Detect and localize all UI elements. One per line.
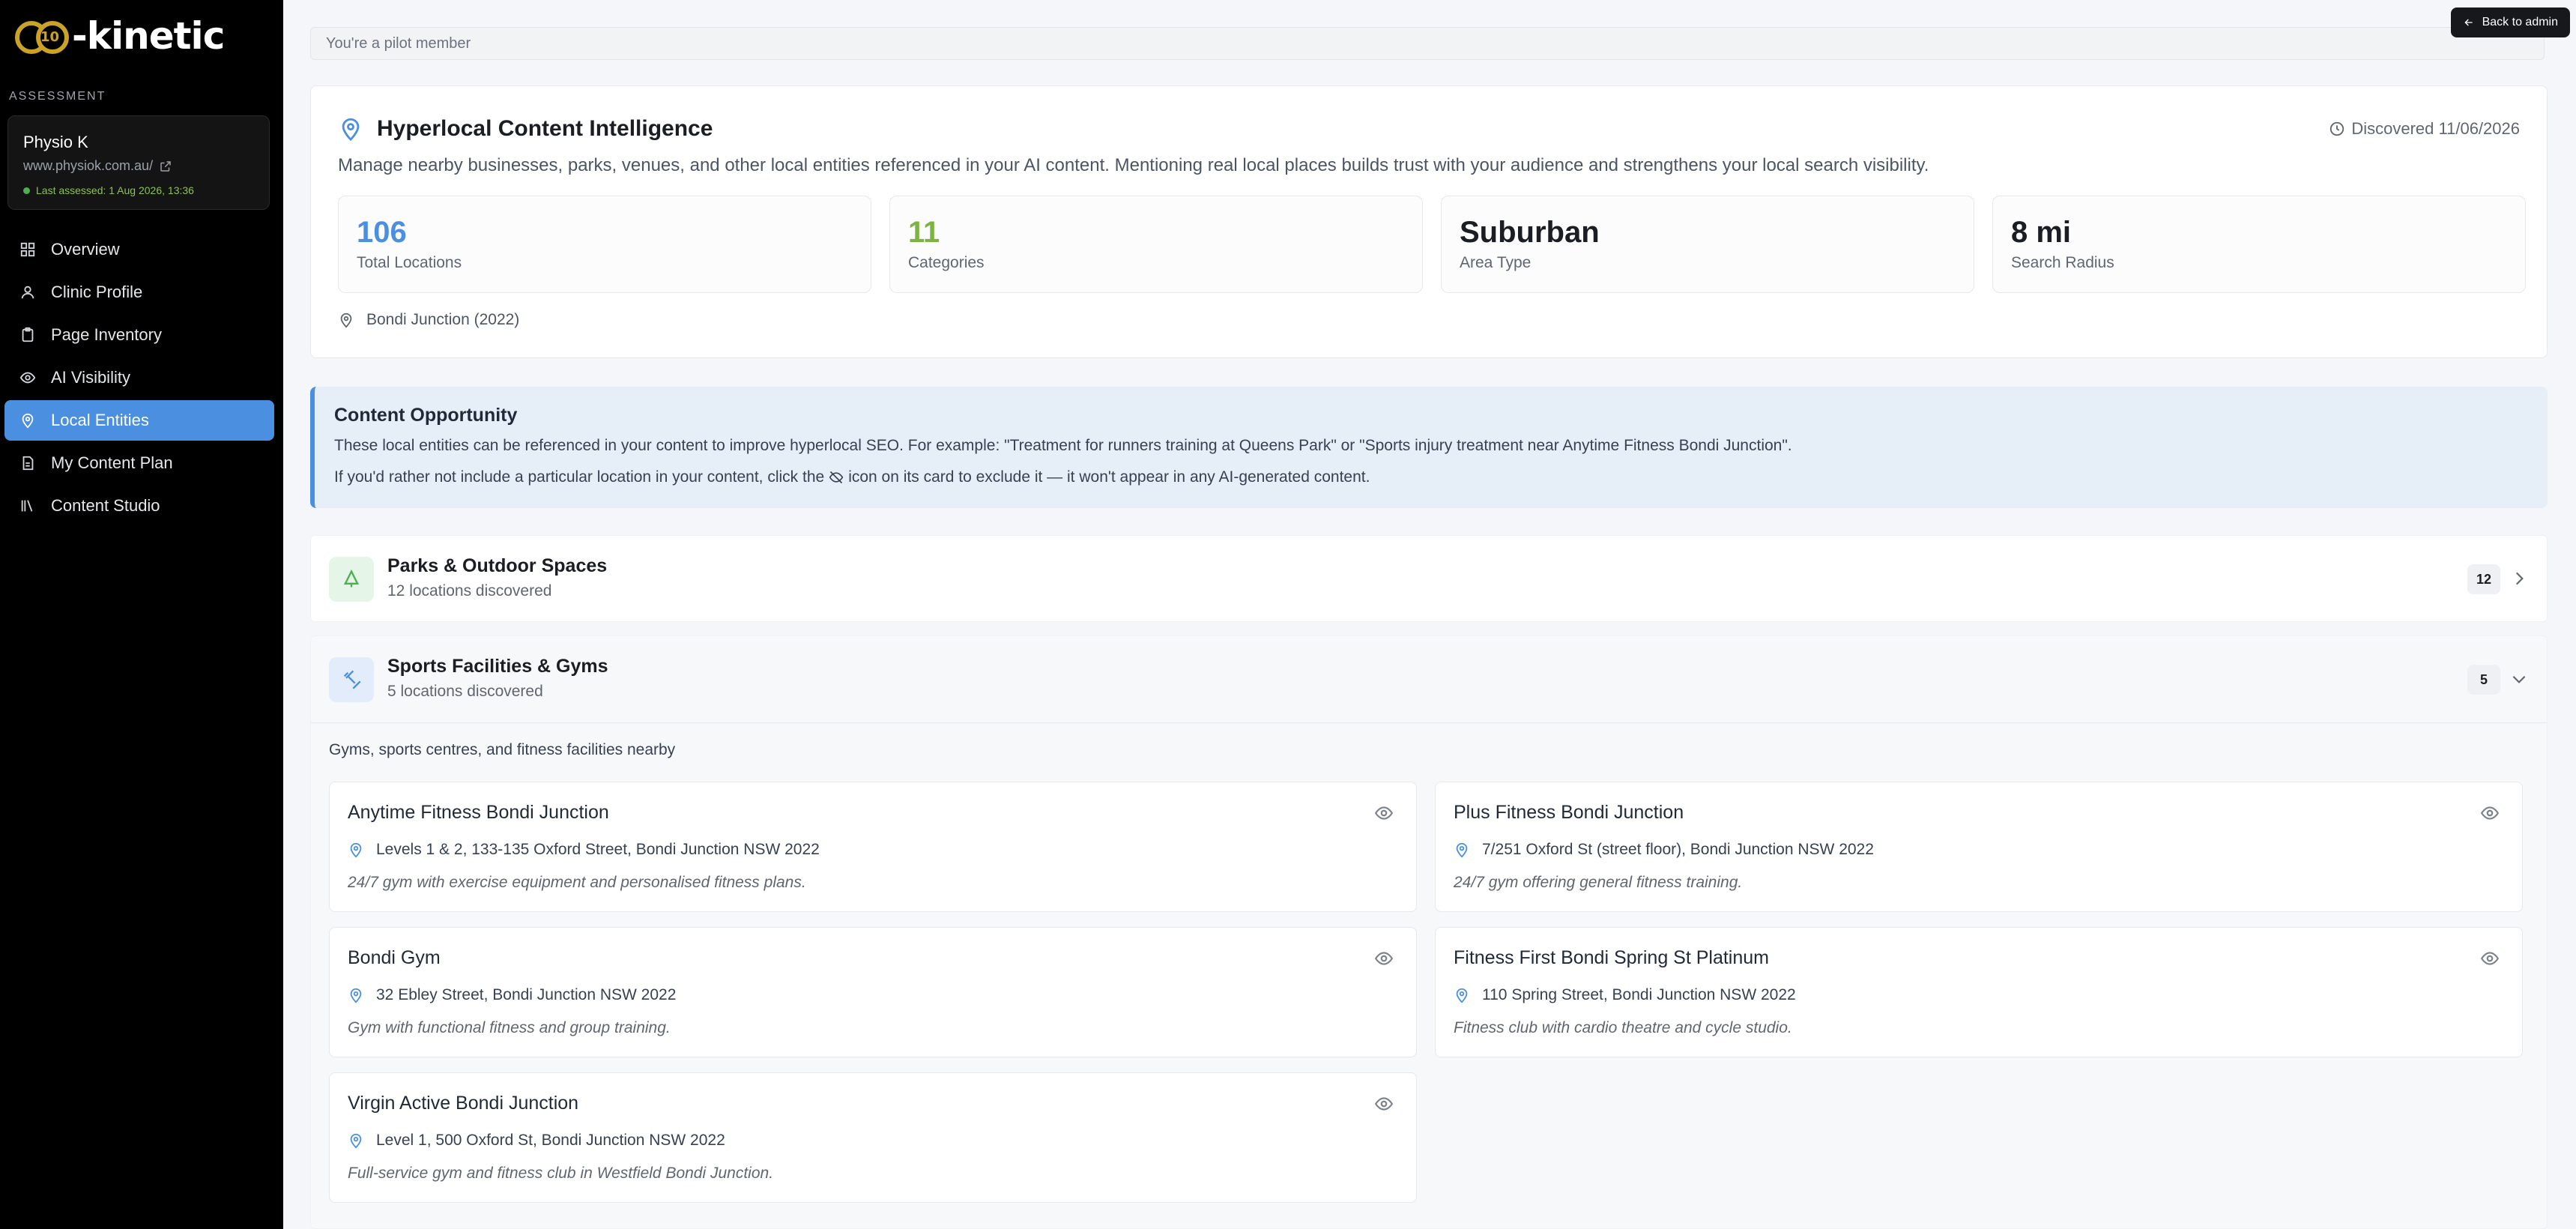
map-pin-icon: [350, 1133, 362, 1149]
eye-icon[interactable]: [1374, 1094, 1394, 1114]
intel-description: Manage nearby businesses, parks, venues,…: [338, 155, 1929, 175]
entity-address: 7/251 Oxford St (street floor), Bondi Ju…: [1454, 841, 1874, 859]
entity-name: Fitness First Bondi Spring St Platinum: [1454, 947, 1769, 968]
opportunity-note: If you'd rather not include a particular…: [334, 468, 1370, 486]
dumbbell-icon: [329, 657, 374, 702]
entity-card: Bondi Gym 32 Ebley Street, Bondi Junctio…: [329, 927, 1417, 1057]
back-to-admin-button[interactable]: Back to admin: [2450, 7, 2570, 37]
content-opportunity: Content Opportunity These local entities…: [310, 387, 2548, 508]
stat-categories: 11 Categories: [889, 196, 1423, 293]
sidebar: 10 -kinetic ASSESSMENT Physio K www.phys…: [0, 0, 283, 1229]
category-description: Gyms, sports centres, and fitness facili…: [329, 741, 676, 758]
opportunity-title: Content Opportunity: [334, 405, 518, 426]
intel-panel: Hyperlocal Content Intelligence Discover…: [310, 85, 2548, 358]
logo-mark-icon: 10: [15, 15, 69, 57]
document-icon: [22, 456, 34, 471]
category-sports-expanded: Sports Facilities & Gyms 5 locations dis…: [310, 635, 2548, 1229]
map-pin-icon: [340, 312, 352, 328]
section-label: ASSESSMENT: [9, 90, 106, 103]
logo-text: -kinetic: [72, 14, 225, 58]
site-card: Physio K www.physiok.com.au/ Last assess…: [7, 115, 270, 210]
entity-description: Fitness club with cardio theatre and cyc…: [1454, 1019, 1792, 1036]
last-assessed: Last assessed: 1 Aug 2026, 13:36: [23, 184, 254, 196]
eye-icon[interactable]: [2480, 803, 2500, 823]
entity-card: Plus Fitness Bondi Junction 7/251 Oxford…: [1435, 782, 2523, 912]
category-sports[interactable]: Sports Facilities & Gyms 5 locations dis…: [311, 636, 2547, 723]
site-url-link[interactable]: www.physiok.com.au/: [23, 158, 254, 174]
main-content: You're a pilot member Back to admin Hype…: [283, 0, 2576, 1229]
status-dot-icon: [23, 187, 30, 194]
sidebar-nav: Overview Clinic Profile Page Inventory A…: [4, 229, 274, 528]
site-name: Physio K: [23, 133, 88, 151]
eye-icon[interactable]: [1374, 803, 1394, 823]
tree-icon: [329, 557, 374, 602]
map-pin-icon: [350, 988, 362, 1003]
sidebar-item-content-studio[interactable]: Content Studio: [4, 486, 274, 526]
entity-description: Full-service gym and fitness club in Wes…: [348, 1165, 774, 1182]
sidebar-item-clinic-profile[interactable]: Clinic Profile: [4, 272, 274, 312]
entity-name: Anytime Fitness Bondi Junction: [348, 802, 609, 823]
page-title: Hyperlocal Content Intelligence: [338, 116, 713, 142]
eye-icon[interactable]: [1374, 949, 1394, 968]
entity-card: Fitness First Bondi Spring St Platinum 1…: [1435, 927, 2523, 1057]
pilot-banner: You're a pilot member: [310, 27, 2545, 60]
entity-name: Plus Fitness Bondi Junction: [1454, 802, 1684, 823]
arrow-left-icon: [2464, 19, 2473, 26]
map-pin-icon: [350, 842, 362, 858]
entity-name: Virgin Active Bondi Junction: [348, 1093, 579, 1114]
entity-address: 110 Spring Street, Bondi Junction NSW 20…: [1454, 986, 1796, 1004]
stats-row: 106 Total Locations 11 Categories Suburb…: [338, 196, 2526, 293]
stat-area-type: Suburban Area Type: [1441, 196, 1974, 293]
sidebar-item-local-entities[interactable]: Local Entities: [4, 400, 274, 441]
sidebar-item-overview[interactable]: Overview: [4, 229, 274, 270]
count-badge: 5: [2467, 665, 2500, 695]
grid-icon: [20, 242, 35, 257]
sidebar-item-page-inventory[interactable]: Page Inventory: [4, 315, 274, 355]
eye-icon: [19, 372, 36, 384]
map-pin-icon: [1456, 988, 1468, 1003]
sidebar-item-ai-visibility[interactable]: AI Visibility: [4, 357, 274, 398]
entity-name: Bondi Gym: [348, 947, 441, 968]
entity-address: Level 1, 500 Oxford St, Bondi Junction N…: [348, 1132, 725, 1150]
eye-off-icon: [829, 471, 844, 484]
entity-address: 32 Ebley Street, Bondi Junction NSW 2022: [348, 986, 676, 1004]
library-icon: [21, 500, 33, 512]
entity-address: Levels 1 & 2, 133-135 Oxford Street, Bon…: [348, 841, 820, 859]
clipboard-icon: [22, 327, 34, 342]
discovered-date: Discovered 11/06/2026: [2329, 119, 2520, 139]
entity-card: Anytime Fitness Bondi Junction Levels 1 …: [329, 782, 1417, 912]
count-badge: 12: [2467, 564, 2500, 594]
sidebar-item-my-content-plan[interactable]: My Content Plan: [4, 443, 274, 483]
map-pin-icon: [1456, 842, 1468, 858]
opportunity-text: These local entities can be referenced i…: [334, 437, 1792, 454]
category-parks[interactable]: Parks & Outdoor Spaces 12 locations disc…: [310, 535, 2548, 622]
user-icon: [21, 286, 34, 299]
entity-description: 24/7 gym with exercise equipment and per…: [348, 874, 806, 891]
eye-icon[interactable]: [2480, 949, 2500, 968]
stat-search-radius: 8 mi Search Radius: [1992, 196, 2526, 293]
brand-logo[interactable]: 10 -kinetic: [15, 13, 225, 58]
map-pin-icon: [342, 118, 360, 142]
chevron-right-icon[interactable]: [2509, 569, 2529, 588]
external-link-icon: [160, 160, 171, 172]
stat-total-locations: 106 Total Locations: [338, 196, 871, 293]
map-pin-icon: [22, 413, 34, 429]
chevron-down-icon[interactable]: [2509, 669, 2529, 689]
entity-description: Gym with functional fitness and group tr…: [348, 1019, 671, 1036]
clock-icon: [2330, 121, 2344, 136]
location-label: Bondi Junction (2022): [338, 311, 519, 329]
entity-description: 24/7 gym offering general fitness traini…: [1454, 874, 1743, 891]
entity-card: Virgin Active Bondi Junction Level 1, 50…: [329, 1072, 1417, 1203]
